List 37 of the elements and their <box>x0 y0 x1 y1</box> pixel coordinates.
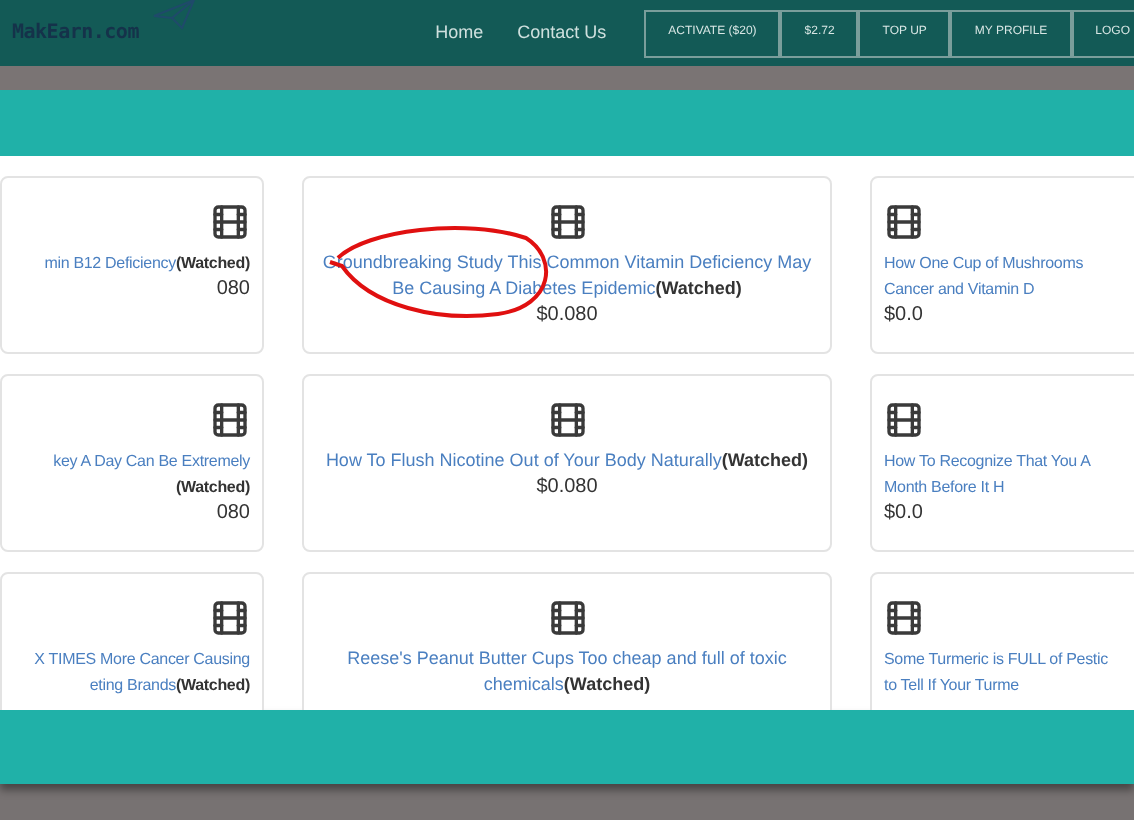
film-icon <box>210 400 250 440</box>
video-title-link[interactable]: to Tell If Your Turme <box>884 676 1019 694</box>
film-icon <box>547 400 587 440</box>
price-text: $0.080 <box>536 474 598 500</box>
nav-link[interactable]: Contact Us <box>517 19 607 47</box>
watched-label: (Watched) <box>655 278 742 298</box>
price-text: $0.0 <box>884 500 923 526</box>
watched-label: (Watched) <box>175 254 250 272</box>
video-title-link[interactable]: How To Recognize That You A <box>884 452 1091 470</box>
video-title-link[interactable]: key A Day Can Be Extremely <box>53 452 250 470</box>
video-title-link[interactable]: X TIMES More Cancer Causing <box>34 650 250 668</box>
film-icon <box>210 598 250 638</box>
video-title-link[interactable]: Some Turmeric is FULL of Pestic <box>884 650 1108 668</box>
price-text: 080 <box>216 276 250 302</box>
video-title-link[interactable]: eting Brands <box>89 676 176 694</box>
video-title-link[interactable]: Reese's Peanut Butter Cups Too cheap and full of toxic <box>347 648 787 668</box>
video-title-link[interactable]: How One Cup of Mushrooms <box>884 254 1084 272</box>
watched-label: (Watched) <box>175 476 250 500</box>
video-title-link[interactable]: chemicals <box>483 674 564 694</box>
price-text: $0.0 <box>884 302 923 328</box>
price-text: 080 <box>216 500 250 526</box>
video-title-link[interactable]: min B12 Deficiency <box>44 254 176 272</box>
film-icon <box>547 598 587 638</box>
video-title-link[interactable]: Month Before It H <box>884 478 1005 496</box>
film-icon <box>210 202 250 242</box>
video-title-link[interactable]: How To Flush Nicotine Out of Your Body Naturally <box>325 450 722 470</box>
nav-link[interactable]: Home <box>435 19 484 47</box>
price-text: $0.080 <box>536 302 598 328</box>
film-icon <box>547 202 587 242</box>
video-title-link[interactable]: Cancer and Vitamin D <box>884 280 1035 298</box>
film-icon <box>884 202 924 242</box>
film-icon <box>884 598 924 638</box>
watched-label: (Watched) <box>175 676 250 694</box>
film-icon <box>884 400 924 440</box>
watched-label: (Watched) <box>563 674 651 694</box>
video-title-link[interactable]: Groundbreaking Study This Common Vitamin Deficiency May <box>322 252 812 272</box>
watched-label: (Watched) <box>721 450 809 470</box>
